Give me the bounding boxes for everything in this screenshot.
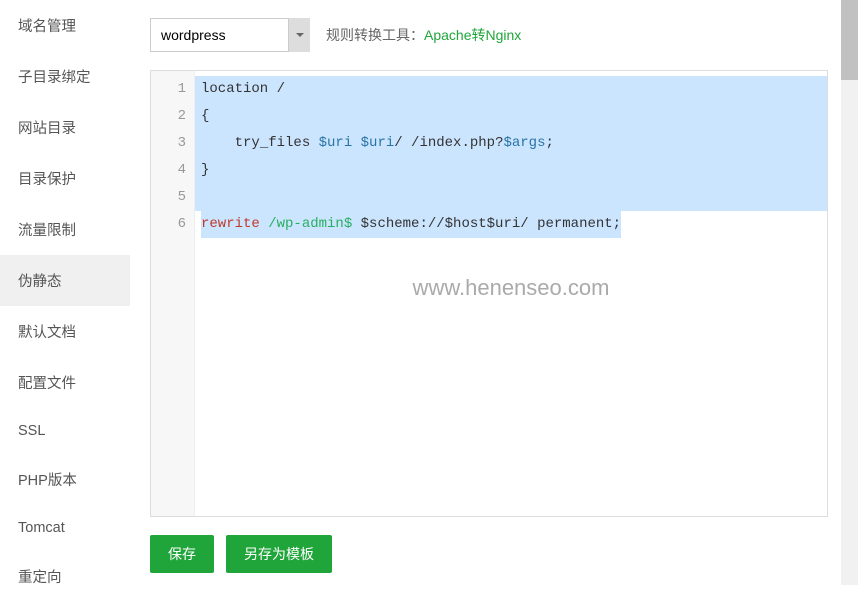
code-line bbox=[195, 184, 827, 211]
sidebar-item-php[interactable]: PHP版本 bbox=[0, 454, 130, 505]
line-number: 4 bbox=[151, 157, 194, 184]
sidebar: 域名管理 子目录绑定 网站目录 目录保护 流量限制 伪静态 默认文档 配置文件 … bbox=[0, 0, 130, 585]
sidebar-item-subdir[interactable]: 子目录绑定 bbox=[0, 51, 130, 102]
line-number: 1 bbox=[151, 76, 194, 103]
sidebar-item-tomcat[interactable]: Tomcat bbox=[0, 505, 130, 551]
save-as-template-button[interactable]: 另存为模板 bbox=[226, 535, 332, 573]
code-line: } bbox=[195, 157, 827, 184]
code-line: location / bbox=[195, 76, 827, 103]
gutter: 1 2 3 4 5 6 bbox=[151, 71, 195, 516]
toolbar-label-group: 规则转换工具：Apache转Nginx bbox=[326, 25, 521, 45]
sidebar-item-redirect[interactable]: 重定向 bbox=[0, 551, 130, 602]
code-area[interactable]: location / { try_files $uri $uri/ /index… bbox=[195, 71, 827, 516]
line-number: 6 bbox=[151, 211, 194, 238]
code-line: rewrite /wp-admin$ $scheme://$host$uri/ … bbox=[195, 211, 827, 238]
sidebar-item-dirprotect[interactable]: 目录保护 bbox=[0, 153, 130, 204]
sidebar-item-default-doc[interactable]: 默认文档 bbox=[0, 306, 130, 357]
sidebar-item-traffic[interactable]: 流量限制 bbox=[0, 204, 130, 255]
watermark: www.henenseo.com bbox=[413, 275, 610, 301]
save-button[interactable]: 保存 bbox=[150, 535, 214, 573]
toolbar: wordpress 规则转换工具：Apache转Nginx bbox=[150, 18, 828, 52]
sidebar-item-rewrite[interactable]: 伪静态 bbox=[0, 255, 130, 306]
template-select-wrap: wordpress bbox=[150, 18, 310, 52]
code-editor[interactable]: 1 2 3 4 5 6 location / { try_files $uri … bbox=[150, 70, 828, 517]
scrollbar-thumb[interactable] bbox=[841, 0, 858, 80]
line-number: 3 bbox=[151, 130, 194, 157]
code-line: try_files $uri $uri/ /index.php?$args; bbox=[195, 130, 827, 157]
sidebar-item-ssl[interactable]: SSL bbox=[0, 408, 130, 454]
convert-label: 规则转换工具： bbox=[326, 27, 424, 43]
code-line: { bbox=[195, 103, 827, 130]
template-select[interactable]: wordpress bbox=[150, 18, 310, 52]
line-number: 5 bbox=[151, 184, 194, 211]
main-panel: wordpress 规则转换工具：Apache转Nginx 1 2 3 4 5 … bbox=[130, 0, 858, 585]
sidebar-item-config[interactable]: 配置文件 bbox=[0, 357, 130, 408]
scrollbar-track[interactable] bbox=[841, 0, 858, 585]
convert-link[interactable]: Apache转Nginx bbox=[424, 27, 521, 43]
sidebar-item-domain[interactable]: 域名管理 bbox=[0, 0, 130, 51]
sidebar-item-webdir[interactable]: 网站目录 bbox=[0, 102, 130, 153]
line-number: 2 bbox=[151, 103, 194, 130]
actions: 保存 另存为模板 bbox=[150, 535, 828, 573]
